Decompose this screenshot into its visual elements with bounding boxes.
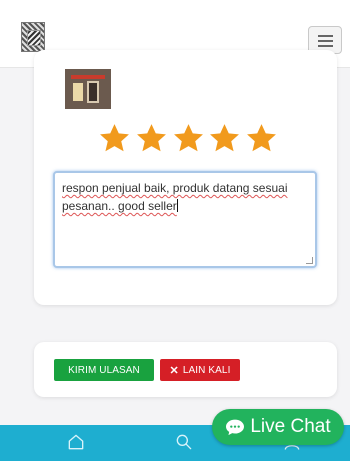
submit-review-label: KIRIM ULASAN — [68, 364, 140, 376]
actions-card: KIRIM ULASAN ✕ LAIN KALI — [34, 342, 337, 397]
product-thumbnail — [65, 69, 111, 109]
home-icon[interactable] — [66, 432, 86, 452]
star-icon[interactable] — [172, 122, 205, 155]
later-label: LAIN KALI — [182, 364, 231, 376]
review-text: respon penjual baik, produk datang sesua… — [62, 181, 288, 213]
review-textarea[interactable]: respon penjual baik, produk datang sesua… — [53, 171, 317, 268]
resize-handle-icon[interactable] — [306, 257, 313, 264]
submit-review-button[interactable]: KIRIM ULASAN — [54, 359, 154, 381]
hamburger-line — [318, 35, 333, 37]
text-caret — [176, 199, 178, 212]
star-icon[interactable] — [135, 122, 168, 155]
star-icon[interactable] — [98, 122, 131, 155]
search-icon[interactable] — [174, 432, 194, 452]
chat-bubble-icon — [225, 418, 245, 436]
later-button[interactable]: ✕ LAIN KALI — [160, 359, 240, 381]
hamburger-line — [318, 45, 333, 47]
live-chat-label: Live Chat — [250, 416, 331, 437]
hamburger-line — [318, 40, 333, 42]
star-icon[interactable] — [208, 122, 241, 155]
star-rating[interactable] — [98, 122, 278, 158]
live-chat-button[interactable]: Live Chat — [212, 409, 344, 445]
review-card: respon penjual baik, produk datang sesua… — [34, 50, 337, 305]
close-icon: ✕ — [169, 364, 179, 377]
logo-icon[interactable] — [21, 22, 45, 52]
star-icon[interactable] — [245, 122, 278, 155]
